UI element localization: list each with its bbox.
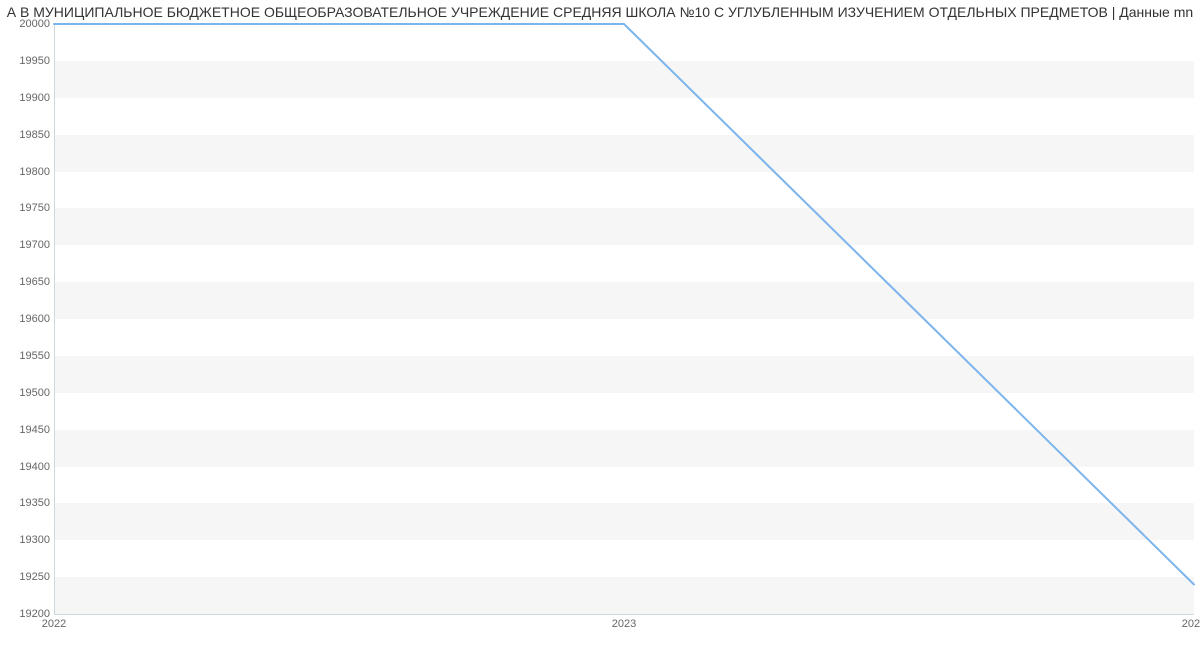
y-tick-label: 19850 <box>6 129 50 141</box>
y-tick-label: 19450 <box>6 424 50 436</box>
y-tick-label: 19800 <box>6 166 50 178</box>
x-tick-label: 2022 <box>42 618 66 630</box>
series-path <box>54 24 1194 585</box>
plot-area <box>54 24 1194 614</box>
x-tick-label: 2024 <box>1182 618 1200 630</box>
y-tick-label: 19700 <box>6 239 50 251</box>
y-tick-label: 19550 <box>6 350 50 362</box>
y-tick-label: 19350 <box>6 497 50 509</box>
x-axis <box>54 614 1194 615</box>
y-tick-label: 19900 <box>6 92 50 104</box>
y-tick-label: 20000 <box>6 18 50 30</box>
y-tick-label: 19500 <box>6 387 50 399</box>
line-series <box>54 24 1194 614</box>
x-tick-label: 2023 <box>612 618 636 630</box>
y-tick-label: 19300 <box>6 534 50 546</box>
y-tick-label: 19750 <box>6 202 50 214</box>
chart-title: А В МУНИЦИПАЛЬНОЕ БЮДЖЕТНОЕ ОБЩЕОБРАЗОВА… <box>0 4 1200 20</box>
y-tick-label: 19600 <box>6 313 50 325</box>
y-tick-label: 19650 <box>6 276 50 288</box>
y-tick-label: 19250 <box>6 571 50 583</box>
y-tick-label: 19950 <box>6 55 50 67</box>
chart-wrap: А В МУНИЦИПАЛЬНОЕ БЮДЖЕТНОЕ ОБЩЕОБРАЗОВА… <box>0 0 1200 650</box>
y-tick-label: 19400 <box>6 461 50 473</box>
